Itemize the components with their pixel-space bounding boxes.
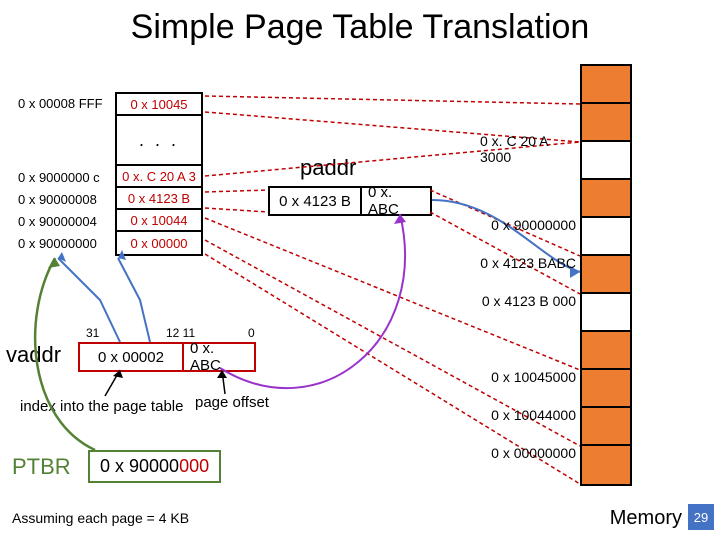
mem-row-4 — [582, 218, 630, 256]
mem-label: 0 x 90000000 — [480, 206, 576, 244]
mem-row-1 — [582, 104, 630, 142]
vaddr-offset: 0 x. ABC — [184, 344, 254, 370]
mem-row-7 — [582, 332, 630, 370]
ptbr-box: 0 x 90000000 — [88, 450, 221, 483]
bit-31: 31 — [86, 326, 99, 340]
mem-row-9 — [582, 408, 630, 446]
vaddr-index: 0 x 00002 — [80, 344, 184, 370]
memory-column — [580, 64, 632, 486]
index-caption: index into the page table — [20, 398, 183, 415]
mem-row-3 — [582, 180, 630, 218]
mem-row-5 — [582, 256, 630, 294]
memory-caption: Memory — [610, 507, 682, 530]
mem-label: 0 x 10045000 — [480, 358, 576, 396]
vaddr-box: 0 x 00002 0 x. ABC — [78, 342, 256, 372]
mem-row-6 — [582, 294, 630, 332]
ptbr-label: PTBR — [12, 454, 71, 480]
pt-ellipsis: . . . — [117, 116, 201, 166]
mem-label: 0 x 4123 BABC — [480, 244, 576, 282]
offset-caption: page offset — [195, 394, 269, 411]
ptbr-prefix: 0 x 90000 — [100, 456, 179, 476]
mem-label: 0 x 4123 B 000 — [480, 282, 576, 320]
bit-0: 0 — [248, 326, 255, 340]
paddr-offset: 0 x. ABC — [362, 188, 430, 214]
slide-title: Simple Page Table Translation — [0, 0, 720, 47]
mem-label: 0 x 00000000 — [480, 434, 576, 472]
mem-row-8 — [582, 370, 630, 408]
mem-label: 0 x 10044000 — [480, 396, 576, 434]
pt-addr-top: 0 x 00008 FFF — [18, 92, 628, 114]
paddr-label: paddr — [300, 155, 356, 181]
mem-label: 0 x. C 20 A 3000 — [480, 130, 576, 168]
paddr-box: 0 x 4123 B 0 x. ABC — [268, 186, 432, 216]
mem-row-10 — [582, 446, 630, 484]
ptbr-suffix: 000 — [179, 456, 209, 476]
assumption-note: Assuming each page = 4 KB — [12, 510, 189, 526]
vaddr-label: vaddr — [6, 342, 61, 368]
slide-number: 29 — [688, 504, 714, 530]
mem-row-2 — [582, 142, 630, 180]
paddr-page: 0 x 4123 B — [270, 188, 362, 214]
bit-12-11: 12 11 — [166, 326, 195, 340]
mem-row-0 — [582, 66, 630, 104]
